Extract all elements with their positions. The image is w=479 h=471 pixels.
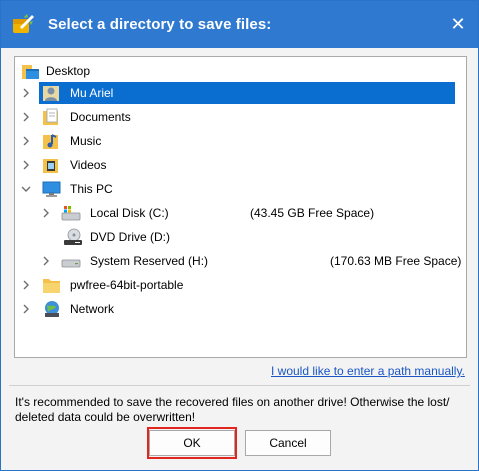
chevron-right-icon[interactable]: [20, 106, 32, 128]
tree-item-label: DVD Drive (D:): [90, 230, 170, 244]
computer-icon: [42, 181, 61, 197]
tree-item-label: Local Disk (C:): [90, 206, 169, 220]
tree-item-desktop[interactable]: Desktop: [15, 60, 464, 82]
tree-item-label: This PC: [70, 182, 113, 196]
network-icon: [45, 301, 59, 317]
tree-item-this-pc[interactable]: This PC: [15, 178, 464, 200]
chevron-right-icon[interactable]: [40, 250, 52, 272]
dialog-title: Select a directory to save files:: [48, 16, 272, 33]
cancel-button[interactable]: Cancel: [245, 430, 331, 456]
app-logo-icon: [13, 14, 34, 33]
chevron-right-icon[interactable]: [40, 202, 52, 224]
tree-item-music[interactable]: Music: [15, 130, 464, 152]
ok-button[interactable]: OK: [149, 430, 235, 456]
manual-path-link[interactable]: I would like to enter a path manually.: [271, 364, 465, 378]
folder-icon: [43, 279, 60, 293]
recommendation-notice: It's recommended to save the recovered f…: [15, 395, 450, 424]
divider: [9, 385, 470, 386]
chevron-down-icon[interactable]: [20, 178, 32, 200]
videos-icon: [43, 159, 58, 173]
chevron-right-icon[interactable]: [20, 274, 32, 296]
tree-item-documents[interactable]: Documents: [15, 106, 464, 128]
dvd-drive-icon: [64, 228, 82, 245]
chevron-right-icon[interactable]: [20, 82, 32, 104]
chevron-right-icon[interactable]: [20, 130, 32, 152]
tree-item-videos[interactable]: Videos: [15, 154, 464, 176]
tree-item-system-reserved-h[interactable]: System Reserved (H:) (170.63 MB Free Spa…: [15, 250, 464, 272]
directory-tree[interactable]: Desktop Mu Ariel Documents Music Videos …: [14, 56, 467, 358]
desktop-folder-icon: [22, 65, 39, 79]
free-space-text: (43.45 GB Free Space): [250, 206, 375, 220]
close-icon: ✕: [450, 14, 466, 34]
tree-item-mu-ariel[interactable]: Mu Ariel: [15, 82, 464, 104]
tree-item-network[interactable]: Network: [15, 298, 464, 320]
tree-item-label: Mu Ariel: [70, 86, 114, 100]
tree-item-label: Network: [70, 302, 115, 316]
tree-item-label: Music: [70, 134, 102, 148]
tree-item-label: Documents: [70, 110, 131, 124]
documents-icon: [43, 108, 58, 125]
tree-item-label: Videos: [70, 158, 107, 172]
chevron-right-icon[interactable]: [20, 298, 32, 320]
title-bar: Select a directory to save files: ✕: [1, 1, 478, 48]
tree-item-local-disk-c[interactable]: Local Disk (C:) (43.45 GB Free Space): [15, 202, 464, 224]
music-icon: [43, 134, 58, 149]
tree-item-dvd-drive-d[interactable]: DVD Drive (D:): [15, 226, 464, 248]
tree-item-label: Desktop: [46, 64, 91, 78]
drive-icon: [61, 259, 81, 268]
local-disk-icon: [61, 206, 81, 221]
save-directory-dialog: Select a directory to save files: ✕ Desk…: [0, 0, 479, 471]
chevron-right-icon[interactable]: [20, 154, 32, 176]
close-button[interactable]: ✕: [447, 13, 469, 35]
tree-item-label: System Reserved (H:): [90, 254, 209, 268]
user-folder-icon: [43, 86, 59, 101]
tree-item-pwfree-64bit-portable[interactable]: pwfree-64bit-portable: [15, 274, 464, 296]
tree-item-label: pwfree-64bit-portable: [70, 278, 184, 292]
free-space-text: (170.63 MB Free Space): [330, 254, 462, 268]
